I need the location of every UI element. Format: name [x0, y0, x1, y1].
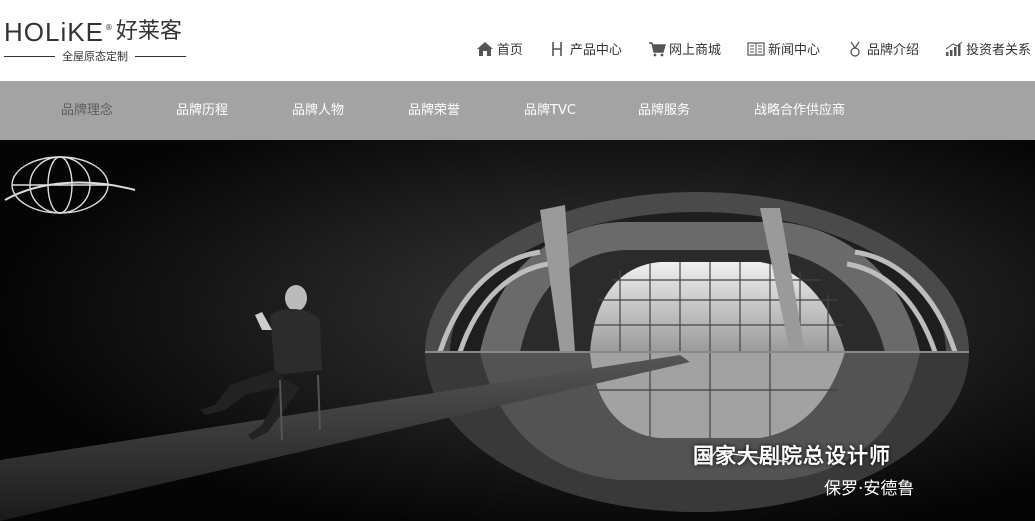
- nav-item-label: 品牌介绍: [866, 43, 919, 58]
- nav-item-shop[interactable]: 网上商城: [648, 39, 721, 58]
- hero-caption: 国家大剧院总设计师 保罗·安德鲁: [693, 440, 914, 499]
- nav-item-label: 投资者关系: [965, 43, 1031, 58]
- subnav-item-brand-tvc[interactable]: 品牌TVC: [524, 81, 576, 140]
- hero-caption-name: 保罗·安德鲁: [824, 479, 915, 499]
- nav-item-label: 首页: [496, 43, 523, 58]
- holike-logo[interactable]: HOLiKE ® 好莱客 全屋原态定制: [4, 18, 194, 66]
- home-icon: [476, 41, 494, 57]
- nav-item-products[interactable]: 产品中心: [549, 39, 622, 58]
- logo-tagline: 全屋原态定制: [4, 48, 186, 64]
- hero-banner: 国家大剧院总设计师 保罗·安德鲁: [0, 140, 1035, 521]
- nav-item-label: 新闻中心: [767, 43, 820, 58]
- subnav-item-strategic-suppliers[interactable]: 战略合作供应商: [754, 81, 845, 140]
- logo-tagline-text: 全屋原态定制: [62, 50, 128, 63]
- nav-item-home[interactable]: 首页: [476, 39, 523, 58]
- newspaper-icon: [747, 41, 765, 57]
- nav-item-label: 产品中心: [569, 43, 622, 58]
- site-header: HOLiKE ® 好莱客 全屋原态定制 首页 产品中心 网上商城 新闻中心 品牌…: [0, 0, 1035, 81]
- nav-item-brand[interactable]: 品牌介绍: [846, 39, 919, 58]
- subnav-item-brand-history[interactable]: 品牌历程: [176, 81, 228, 140]
- logo-brand-text: HOLiKE: [4, 17, 104, 47]
- shopping-cart-icon: [648, 41, 666, 57]
- nav-item-label: 网上商城: [668, 43, 721, 58]
- medal-icon: [846, 41, 864, 57]
- subnav-item-brand-honors[interactable]: 品牌荣誉: [408, 81, 460, 140]
- h-letter-icon: [549, 41, 567, 57]
- nav-item-news[interactable]: 新闻中心: [747, 39, 820, 58]
- nav-item-investors[interactable]: 投资者关系: [945, 39, 1031, 58]
- subnav-item-brand-people[interactable]: 品牌人物: [292, 81, 344, 140]
- registered-mark: ®: [104, 23, 113, 32]
- subnav-item-brand-service[interactable]: 品牌服务: [638, 81, 690, 140]
- subnav-item-brand-philosophy[interactable]: 品牌理念: [61, 81, 113, 140]
- globe-emblem-icon: [4, 156, 136, 214]
- signature-icon: [694, 449, 789, 466]
- main-nav: 首页 产品中心 网上商城 新闻中心 品牌介绍 投资者关系: [476, 39, 1031, 58]
- brand-subnav: 品牌理念 品牌历程 品牌人物 品牌荣誉 品牌TVC 品牌服务 战略合作供应商: [0, 81, 1035, 140]
- bar-chart-icon: [945, 41, 963, 57]
- logo-chinese-text: 好莱客: [115, 19, 182, 44]
